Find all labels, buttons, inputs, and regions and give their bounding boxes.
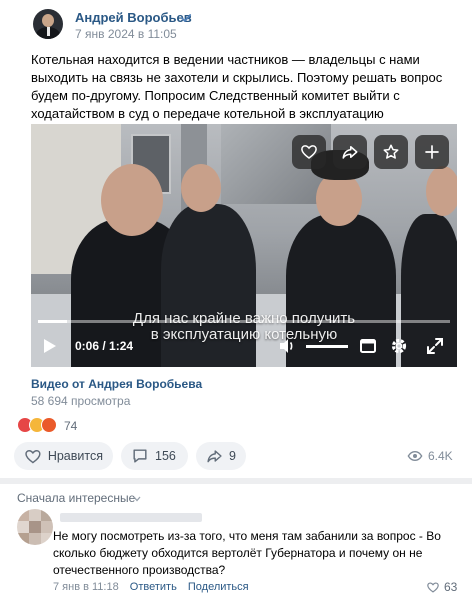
video-share-button[interactable] xyxy=(333,135,367,169)
post-views-count: 6.4K xyxy=(428,449,453,463)
video-player[interactable]: Для нас крайне важно получить в эксплуат… xyxy=(31,124,457,367)
share-button[interactable]: 9 xyxy=(196,442,246,470)
author-avatar[interactable] xyxy=(33,9,63,39)
comment-meta: 7 янв в 11:18 Ответить Поделиться xyxy=(53,581,249,593)
comment-time[interactable]: 7 янв в 11:18 xyxy=(53,581,119,593)
video-progress-fill xyxy=(38,320,67,323)
video-add-button[interactable] xyxy=(415,135,449,169)
reaction-count: 74 xyxy=(64,419,78,433)
angry-reaction-icon xyxy=(41,417,57,433)
comment-count: 156 xyxy=(155,449,176,463)
post-views: 6.4K xyxy=(407,449,453,463)
settings-gear-icon[interactable] xyxy=(389,336,409,356)
share-comment-link[interactable]: Поделиться xyxy=(188,581,249,593)
comment-author-name-redacted[interactable] xyxy=(60,513,202,522)
play-icon[interactable] xyxy=(43,338,57,354)
pip-icon[interactable] xyxy=(358,336,378,356)
video-caption-line-1: Для нас крайне важно получить xyxy=(132,310,356,327)
post-date[interactable]: 7 янв 2024 в 11:05 xyxy=(75,27,177,41)
author-name[interactable]: Андрей Воробьев xyxy=(75,10,192,25)
verified-icon xyxy=(181,14,192,22)
share-icon xyxy=(207,450,222,463)
comment-sort-selector[interactable]: Сначала интересные xyxy=(17,491,135,505)
volume-slider[interactable] xyxy=(306,345,348,348)
volume-icon[interactable] xyxy=(277,336,297,356)
video-like-button[interactable] xyxy=(292,135,326,169)
comment-avatar[interactable] xyxy=(17,509,53,545)
video-favorite-button[interactable] xyxy=(374,135,408,169)
plus-icon xyxy=(425,145,439,159)
video-time: 0:06 / 1:24 xyxy=(75,339,134,353)
video-title[interactable]: Видео от Андрея Воробьева xyxy=(31,377,202,391)
like-button[interactable]: Нравится xyxy=(14,442,113,470)
comment-icon xyxy=(133,449,147,463)
volume-fill xyxy=(306,345,348,348)
comment-text: Не могу посмотреть из-за того, что меня … xyxy=(53,529,441,577)
video-views: 58 694 просмотра xyxy=(31,394,131,408)
fullscreen-icon[interactable] xyxy=(425,336,445,356)
heart-icon xyxy=(25,450,41,464)
like-button-label: Нравится xyxy=(47,449,103,463)
comment-button[interactable]: 156 xyxy=(121,442,188,470)
comment-like-count: 63 xyxy=(444,580,458,594)
share-count: 9 xyxy=(229,449,236,463)
reply-link[interactable]: Ответить xyxy=(130,581,177,593)
star-icon xyxy=(383,144,399,159)
chevron-down-icon[interactable] xyxy=(133,496,141,502)
heart-icon xyxy=(301,145,317,159)
video-progress-bar[interactable] xyxy=(38,320,450,323)
heart-icon xyxy=(427,582,439,593)
eye-icon xyxy=(407,450,423,462)
post-card: Андрей Воробьев 7 янв 2024 в 11:05 Котел… xyxy=(0,0,472,478)
share-icon xyxy=(342,146,358,159)
comment-like-button[interactable]: 63 xyxy=(426,580,457,594)
